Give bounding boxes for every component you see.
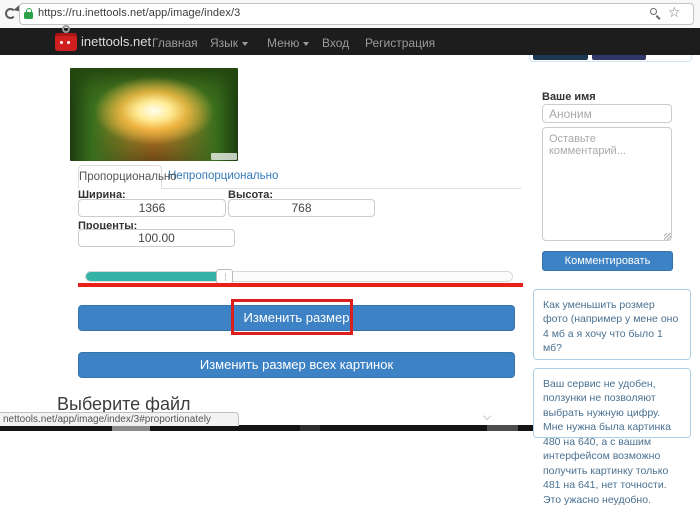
comment-textarea[interactable] bbox=[542, 127, 672, 241]
caret-down-icon bbox=[242, 42, 248, 46]
nav-item-menu[interactable]: Меню bbox=[267, 36, 309, 50]
toolbox-logo-icon[interactable] bbox=[55, 31, 77, 51]
nav-item-language[interactable]: Язык bbox=[210, 36, 248, 50]
name-input[interactable] bbox=[542, 104, 672, 123]
watermark bbox=[211, 153, 237, 160]
browser-chrome: https://ru.inettools.net/app/image/index… bbox=[0, 0, 700, 28]
tab-proportional[interactable]: Пропорционально bbox=[78, 165, 162, 189]
nav-item-login[interactable]: Вход bbox=[322, 36, 349, 50]
resize-all-button[interactable]: Изменить размер всех картинок bbox=[78, 352, 515, 378]
width-input[interactable] bbox=[78, 199, 226, 217]
nav-item-home[interactable]: Главная bbox=[152, 36, 198, 50]
size-slider[interactable] bbox=[85, 271, 513, 282]
slider-handle[interactable] bbox=[216, 269, 233, 284]
image-preview[interactable] bbox=[70, 68, 238, 161]
caret-down-icon bbox=[303, 42, 309, 46]
bookmark-star-icon[interactable]: ☆ bbox=[668, 4, 681, 21]
slider-fill bbox=[86, 272, 218, 281]
percent-input[interactable] bbox=[78, 229, 235, 247]
annotation-red-box bbox=[231, 299, 353, 335]
brand-name[interactable]: inettools.net bbox=[81, 34, 151, 49]
search-zoom-icon[interactable] bbox=[650, 8, 662, 20]
height-input[interactable] bbox=[228, 199, 375, 217]
chevron-down-icon bbox=[484, 412, 492, 420]
submit-comment-button[interactable]: Комментировать bbox=[542, 251, 673, 271]
name-label: Ваше имя bbox=[542, 91, 596, 103]
nav-item-register[interactable]: Регистрация bbox=[365, 36, 435, 50]
textarea-resize-handle[interactable] bbox=[664, 233, 671, 240]
url-text[interactable]: https://ru.inettools.net/app/image/index… bbox=[38, 7, 240, 19]
status-bar: nettools.net/app/image/index/3#proportio… bbox=[0, 412, 239, 426]
annotation-red-line bbox=[78, 283, 523, 287]
comment-item: Ваш сервис не удобен, ползунки не позвол… bbox=[533, 368, 691, 438]
tab-nonproportional[interactable]: Непропорционально bbox=[168, 170, 278, 182]
reload-icon[interactable] bbox=[3, 6, 19, 22]
comment-item: Как уменьшить розмер фото (например у ме… bbox=[533, 289, 691, 360]
lock-icon bbox=[24, 8, 33, 20]
